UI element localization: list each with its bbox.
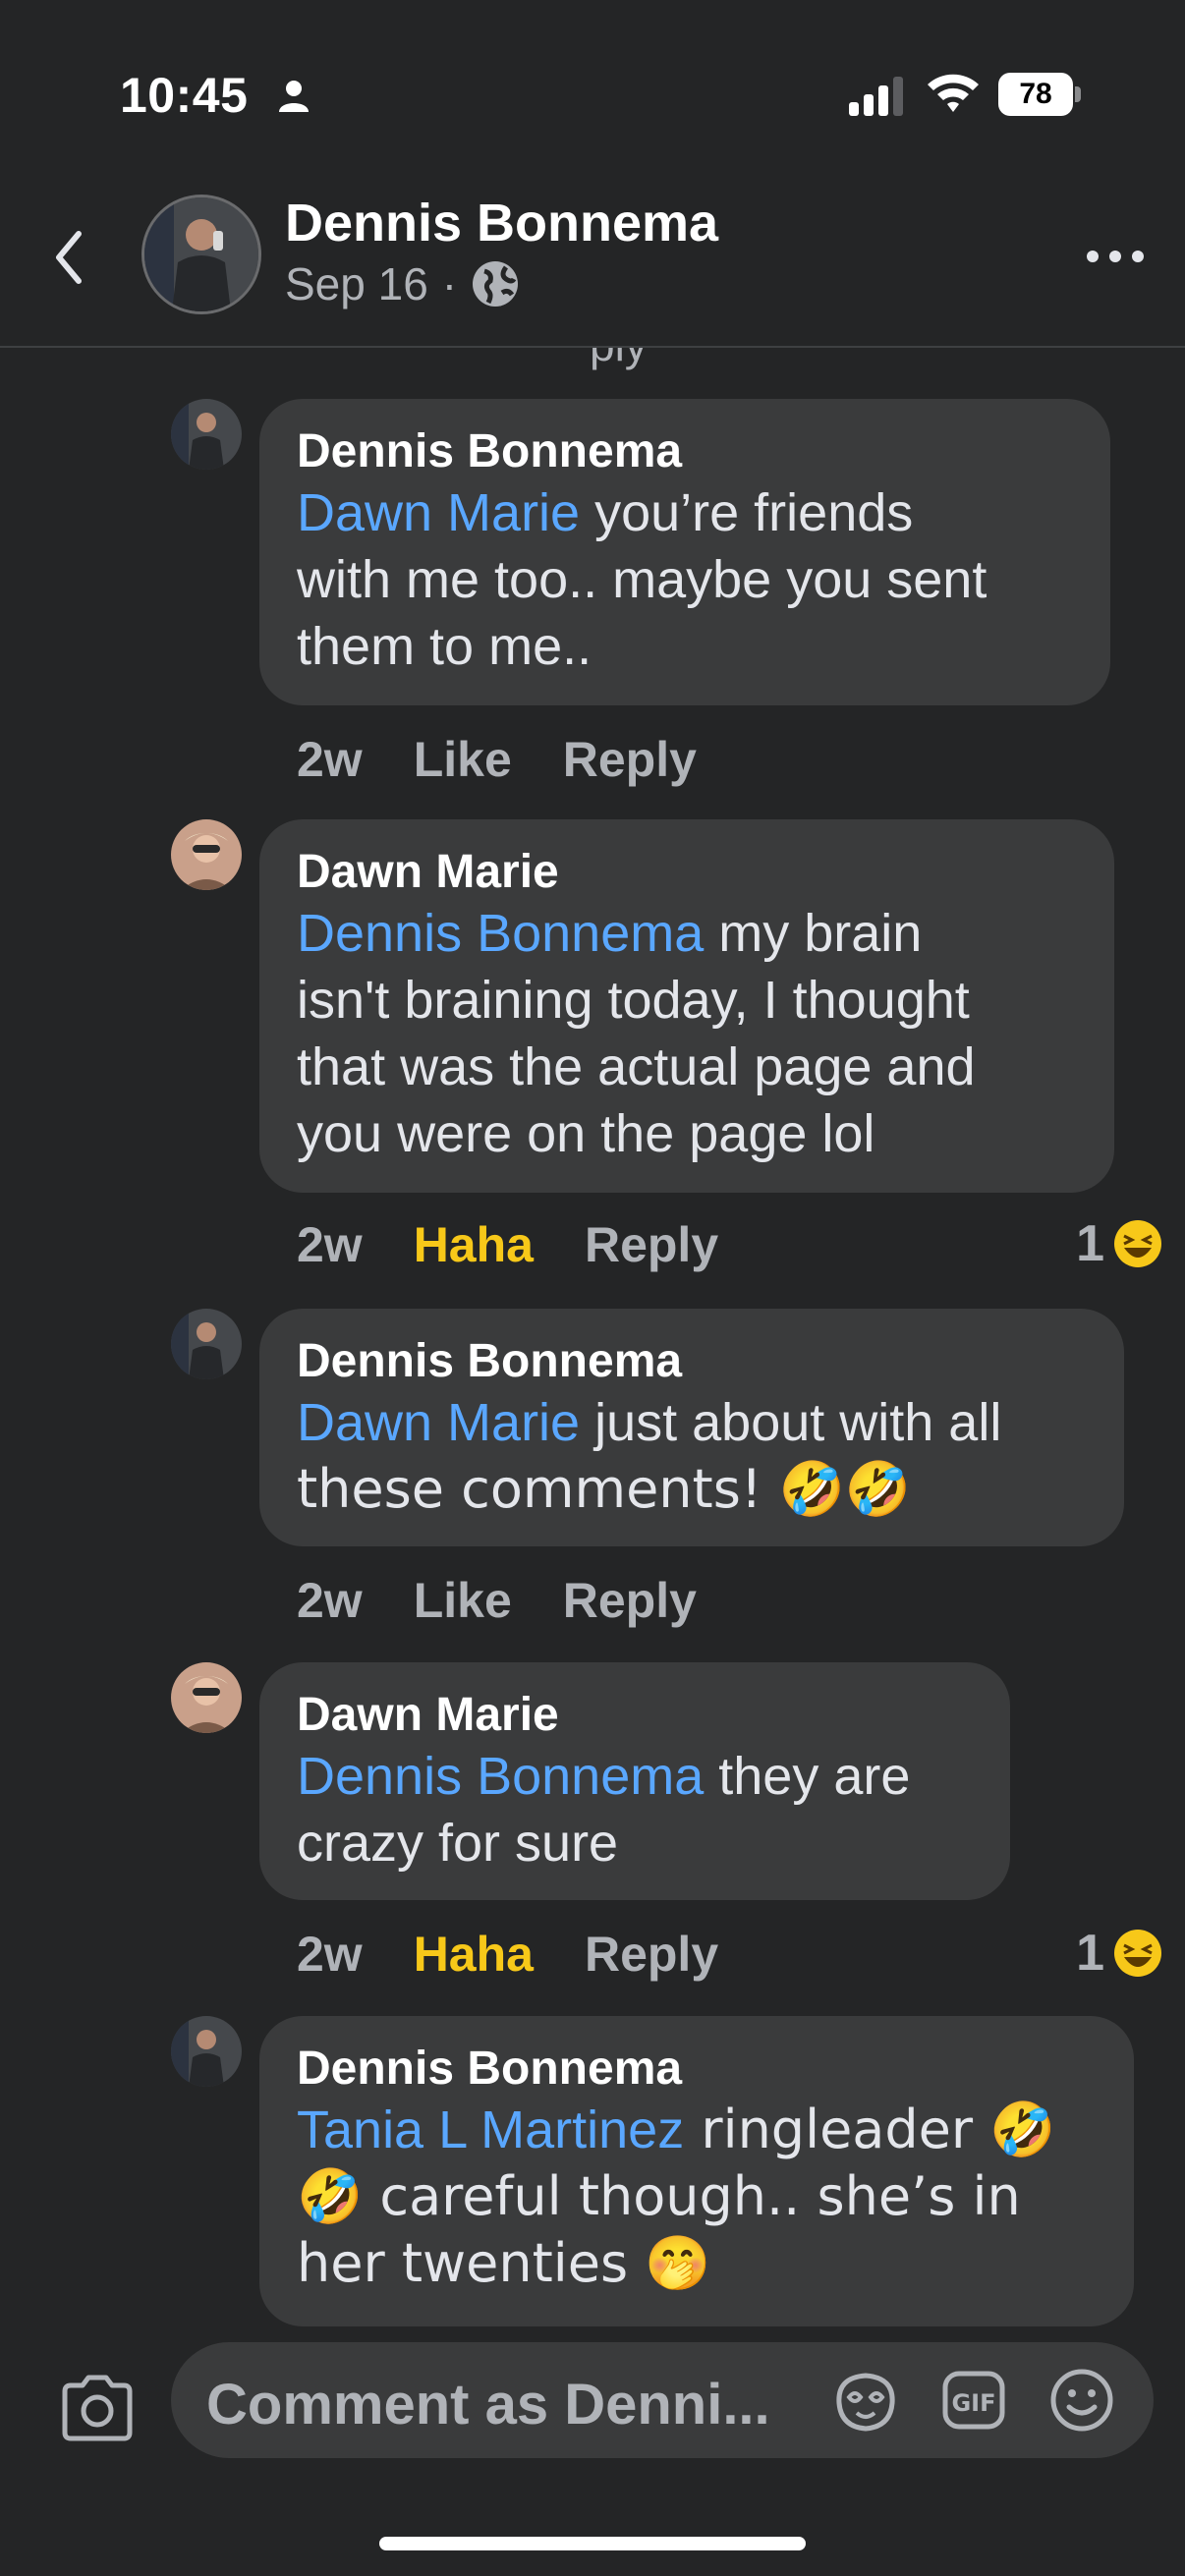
like-button[interactable]: Like bbox=[414, 1572, 512, 1629]
reply-button[interactable]: Reply bbox=[585, 1926, 718, 1983]
comment-actions: 2w Like Reply bbox=[297, 731, 697, 788]
back-icon[interactable] bbox=[37, 216, 100, 299]
haha-reaction-icon bbox=[1114, 1220, 1161, 1267]
haha-reaction-button[interactable]: Haha bbox=[414, 1216, 534, 1273]
cellular-signal-icon bbox=[849, 77, 903, 116]
avatar[interactable] bbox=[171, 819, 242, 890]
comment-text: Dawn Marie just about with all these comm… bbox=[297, 1393, 1002, 1520]
status-time: 10:45 bbox=[120, 68, 249, 123]
comment-bubble[interactable]: Dawn Marie Dennis Bonnema my brain isn't … bbox=[259, 819, 1114, 1193]
comment-bubble[interactable]: Dennis Bonnema Dawn Marie you’re friends… bbox=[259, 399, 1110, 705]
comment-bubble[interactable]: Dennis Bonnema Dawn Marie just about wit… bbox=[259, 1309, 1124, 1546]
comment-bubble[interactable]: Dennis Bonnema Tania L Martinez ringlead… bbox=[259, 2016, 1134, 2326]
person-icon bbox=[279, 81, 309, 112]
post-header: Dennis Bonnema Sep 16 · bbox=[0, 187, 1185, 348]
comment-time[interactable]: 2w bbox=[297, 1216, 363, 1273]
mention-link[interactable]: Dawn Marie bbox=[297, 1393, 580, 1452]
comment-input[interactable]: Comment as Denni... GIF bbox=[171, 2342, 1154, 2458]
profile-photo bbox=[171, 1309, 242, 1379]
reaction-summary[interactable]: 1 bbox=[1076, 1214, 1163, 1273]
avatar[interactable] bbox=[171, 1662, 242, 1733]
status-bar: 10:45 78 bbox=[0, 0, 1185, 187]
comment-time[interactable]: 2w bbox=[297, 1572, 363, 1629]
comment-author[interactable]: Dawn Marie bbox=[297, 1688, 973, 1743]
comment-composer-bar: Comment as Denni... GIF bbox=[0, 2342, 1185, 2576]
reply-button[interactable]: Reply bbox=[563, 1572, 697, 1629]
mention-link[interactable]: Dennis Bonnema bbox=[297, 904, 704, 963]
profile-photo bbox=[144, 197, 258, 311]
comment-author[interactable]: Dennis Bonnema bbox=[297, 1334, 1087, 1389]
emoji-icon[interactable] bbox=[1047, 2366, 1116, 2435]
comment-author[interactable]: Dawn Marie bbox=[297, 845, 1077, 900]
battery-icon: 78 bbox=[998, 73, 1081, 116]
profile-photo bbox=[171, 1662, 242, 1733]
reaction-count: 1 bbox=[1076, 1925, 1104, 1982]
gif-icon[interactable]: GIF bbox=[939, 2368, 1008, 2433]
profile-photo bbox=[171, 399, 242, 470]
comment-text: Tania L Martinez ringleader 🤣 🤣 careful t… bbox=[297, 2099, 1056, 2294]
comment-bubble[interactable]: Dawn Marie Dennis Bonnema they are crazy … bbox=[259, 1662, 1010, 1900]
post-meta: Sep 16 · bbox=[285, 257, 520, 310]
cut-off-reply-link: ply bbox=[590, 348, 648, 371]
avatar[interactable] bbox=[171, 399, 242, 470]
reaction-count: 1 bbox=[1076, 1215, 1104, 1272]
post-author-name[interactable]: Dennis Bonnema bbox=[285, 193, 718, 253]
mention-link[interactable]: Dawn Marie bbox=[297, 483, 580, 542]
comment-actions: 2w Like Reply bbox=[297, 1572, 697, 1629]
comment-time[interactable]: 2w bbox=[297, 1926, 363, 1983]
profile-photo bbox=[171, 819, 242, 890]
comment-time[interactable]: 2w bbox=[297, 731, 363, 788]
mention-link[interactable]: Tania L Martinez bbox=[297, 2100, 684, 2159]
comment-placeholder: Comment as Denni... bbox=[206, 2373, 770, 2436]
avatar[interactable] bbox=[171, 1309, 242, 1379]
reply-button[interactable]: Reply bbox=[585, 1216, 718, 1273]
mention-link[interactable]: Dennis Bonnema bbox=[297, 1747, 704, 1806]
comment-actions: 2w Haha Reply bbox=[297, 1216, 718, 1273]
meta-separator: · bbox=[441, 258, 458, 309]
comment-text: Dawn Marie you’re friends with me too.. m… bbox=[297, 483, 988, 676]
globe-icon bbox=[473, 261, 519, 307]
more-icon[interactable] bbox=[1081, 232, 1150, 281]
comment-actions: 2w Haha Reply bbox=[297, 1926, 718, 1983]
wifi-icon bbox=[928, 74, 979, 112]
reaction-summary[interactable]: 1 bbox=[1076, 1924, 1163, 1983]
avatar[interactable] bbox=[171, 2016, 242, 2087]
avatar-sticker-icon[interactable] bbox=[831, 2368, 900, 2433]
home-indicator[interactable] bbox=[379, 2537, 806, 2550]
svg-text:GIF: GIF bbox=[951, 2389, 995, 2417]
profile-photo bbox=[171, 2016, 242, 2087]
avatar[interactable] bbox=[141, 195, 261, 314]
comment-thread: ply Dennis Bonnema Dawn Marie you’re fri… bbox=[0, 348, 1185, 2342]
haha-reaction-button[interactable]: Haha bbox=[414, 1926, 534, 1983]
post-date[interactable]: Sep 16 bbox=[285, 257, 428, 310]
camera-icon[interactable] bbox=[59, 2374, 136, 2442]
reply-button[interactable]: Reply bbox=[563, 731, 697, 788]
comment-author[interactable]: Dennis Bonnema bbox=[297, 424, 1073, 479]
like-button[interactable]: Like bbox=[414, 731, 512, 788]
battery-level: 78 bbox=[998, 73, 1073, 116]
comment-author[interactable]: Dennis Bonnema bbox=[297, 2042, 1097, 2097]
comment-text: Dennis Bonnema my brain isn't braining to… bbox=[297, 904, 976, 1163]
comment-text: Dennis Bonnema they are crazy for sure bbox=[297, 1747, 911, 1873]
haha-reaction-icon bbox=[1114, 1930, 1161, 1977]
